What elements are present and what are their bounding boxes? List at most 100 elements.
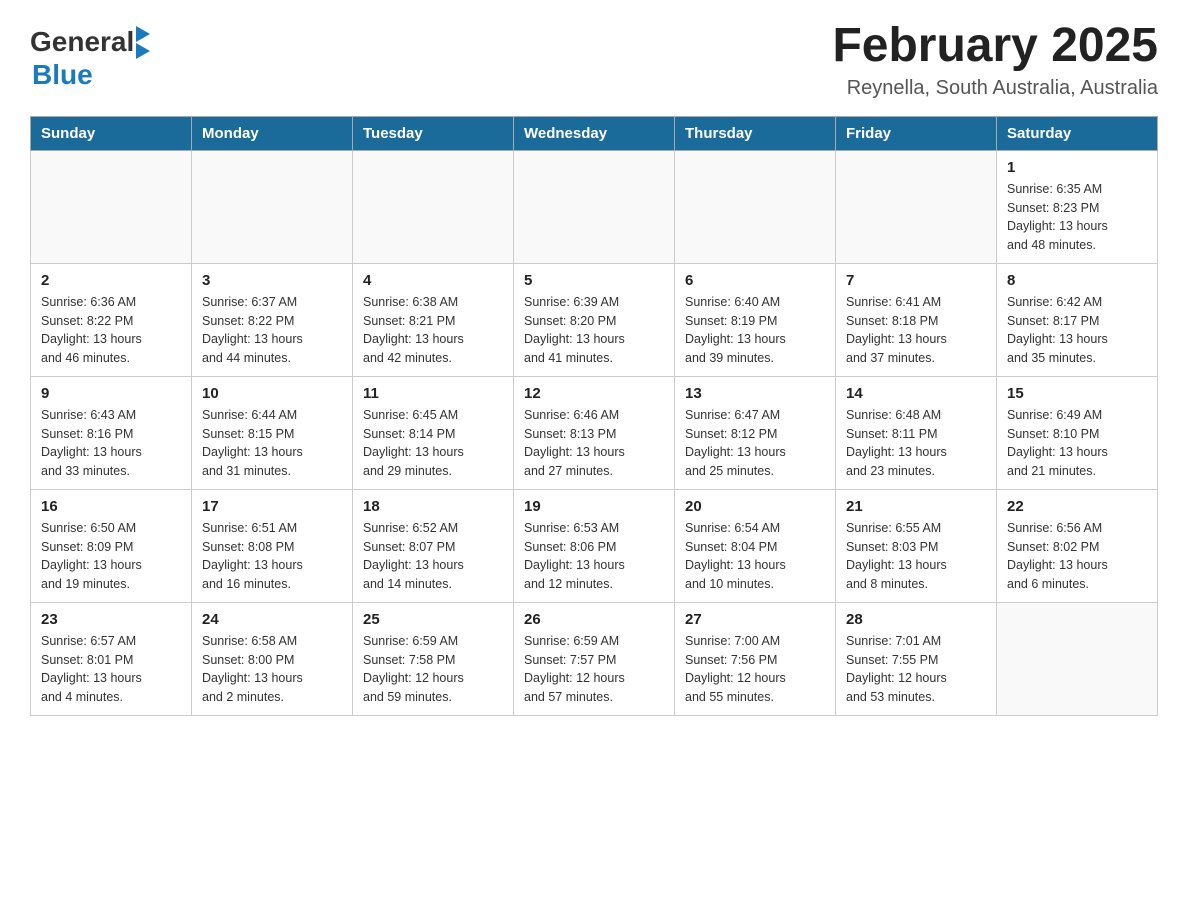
week-row-5: 23 Sunrise: 6:57 AMSunset: 8:01 PMDayligh… xyxy=(31,602,1158,715)
day-info: Sunrise: 6:35 AMSunset: 8:23 PMDaylight:… xyxy=(1007,180,1147,255)
calendar-cell xyxy=(997,602,1158,715)
logo-general-text: General xyxy=(30,26,134,58)
day-number: 19 xyxy=(524,498,664,515)
day-info: Sunrise: 6:46 AMSunset: 8:13 PMDaylight:… xyxy=(524,406,664,481)
calendar-cell: 13 Sunrise: 6:47 AMSunset: 8:12 PMDayligh… xyxy=(675,376,836,489)
day-number: 10 xyxy=(202,385,342,402)
week-row-4: 16 Sunrise: 6:50 AMSunset: 8:09 PMDayligh… xyxy=(31,489,1158,602)
day-number: 25 xyxy=(363,611,503,628)
calendar-cell: 7 Sunrise: 6:41 AMSunset: 8:18 PMDaylight… xyxy=(836,263,997,376)
calendar-cell: 24 Sunrise: 6:58 AMSunset: 8:00 PMDayligh… xyxy=(192,602,353,715)
header-day-tuesday: Tuesday xyxy=(353,116,514,150)
calendar-cell: 18 Sunrise: 6:52 AMSunset: 8:07 PMDayligh… xyxy=(353,489,514,602)
calendar-cell: 16 Sunrise: 6:50 AMSunset: 8:09 PMDayligh… xyxy=(31,489,192,602)
title-section: February 2025 Reynella, South Australia,… xyxy=(832,20,1158,100)
header-day-thursday: Thursday xyxy=(675,116,836,150)
calendar-cell: 15 Sunrise: 6:49 AMSunset: 8:10 PMDayligh… xyxy=(997,376,1158,489)
day-number: 17 xyxy=(202,498,342,515)
day-number: 16 xyxy=(41,498,181,515)
day-info: Sunrise: 6:44 AMSunset: 8:15 PMDaylight:… xyxy=(202,406,342,481)
day-number: 28 xyxy=(846,611,986,628)
calendar-cell: 20Sunrise: 6:54 AMSunset: 8:04 PMDayligh… xyxy=(675,489,836,602)
day-info: Sunrise: 6:49 AMSunset: 8:10 PMDaylight:… xyxy=(1007,406,1147,481)
header-day-monday: Monday xyxy=(192,116,353,150)
day-info: Sunrise: 6:57 AMSunset: 8:01 PMDaylight:… xyxy=(41,632,181,707)
calendar-cell: 25Sunrise: 6:59 AMSunset: 7:58 PMDayligh… xyxy=(353,602,514,715)
day-number: 14 xyxy=(846,385,986,402)
calendar-cell: 12 Sunrise: 6:46 AMSunset: 8:13 PMDayligh… xyxy=(514,376,675,489)
calendar-cell: 23 Sunrise: 6:57 AMSunset: 8:01 PMDayligh… xyxy=(31,602,192,715)
calendar-cell: 27 Sunrise: 7:00 AMSunset: 7:56 PMDayligh… xyxy=(675,602,836,715)
week-row-2: 2Sunrise: 6:36 AMSunset: 8:22 PMDaylight… xyxy=(31,263,1158,376)
day-info: Sunrise: 6:42 AMSunset: 8:17 PMDaylight:… xyxy=(1007,293,1147,368)
day-info: Sunrise: 6:43 AMSunset: 8:16 PMDaylight:… xyxy=(41,406,181,481)
day-number: 13 xyxy=(685,385,825,402)
header-day-friday: Friday xyxy=(836,116,997,150)
calendar-cell: 3 Sunrise: 6:37 AMSunset: 8:22 PMDaylight… xyxy=(192,263,353,376)
day-number: 3 xyxy=(202,272,342,289)
day-info: Sunrise: 6:54 AMSunset: 8:04 PMDaylight:… xyxy=(685,519,825,594)
day-info: Sunrise: 6:50 AMSunset: 8:09 PMDaylight:… xyxy=(41,519,181,594)
calendar-title: February 2025 xyxy=(832,20,1158,73)
week-row-1: 1 Sunrise: 6:35 AMSunset: 8:23 PMDaylight… xyxy=(31,150,1158,263)
day-info: Sunrise: 6:55 AMSunset: 8:03 PMDaylight:… xyxy=(846,519,986,594)
calendar-subtitle: Reynella, South Australia, Australia xyxy=(832,77,1158,100)
calendar-cell xyxy=(353,150,514,263)
calendar-cell: 5 Sunrise: 6:39 AMSunset: 8:20 PMDaylight… xyxy=(514,263,675,376)
day-number: 23 xyxy=(41,611,181,628)
day-number: 1 xyxy=(1007,159,1147,176)
day-info: Sunrise: 6:47 AMSunset: 8:12 PMDaylight:… xyxy=(685,406,825,481)
header-day-saturday: Saturday xyxy=(997,116,1158,150)
day-info: Sunrise: 6:37 AMSunset: 8:22 PMDaylight:… xyxy=(202,293,342,368)
calendar-cell xyxy=(192,150,353,263)
calendar-cell: 8 Sunrise: 6:42 AMSunset: 8:17 PMDaylight… xyxy=(997,263,1158,376)
header-row: SundayMondayTuesdayWednesdayThursdayFrid… xyxy=(31,116,1158,150)
calendar-cell xyxy=(675,150,836,263)
page-header: General Blue February 2025 Reynella, Sou… xyxy=(30,20,1158,100)
day-info: Sunrise: 6:39 AMSunset: 8:20 PMDaylight:… xyxy=(524,293,664,368)
calendar-cell: 17 Sunrise: 6:51 AMSunset: 8:08 PMDayligh… xyxy=(192,489,353,602)
calendar-cell: 11 Sunrise: 6:45 AMSunset: 8:14 PMDayligh… xyxy=(353,376,514,489)
calendar-cell: 28 Sunrise: 7:01 AMSunset: 7:55 PMDayligh… xyxy=(836,602,997,715)
day-number: 15 xyxy=(1007,385,1147,402)
calendar-cell: 19Sunrise: 6:53 AMSunset: 8:06 PMDayligh… xyxy=(514,489,675,602)
week-row-3: 9 Sunrise: 6:43 AMSunset: 8:16 PMDaylight… xyxy=(31,376,1158,489)
logo-blue-text: Blue xyxy=(32,59,93,91)
day-info: Sunrise: 6:58 AMSunset: 8:00 PMDaylight:… xyxy=(202,632,342,707)
calendar-cell xyxy=(514,150,675,263)
day-number: 8 xyxy=(1007,272,1147,289)
calendar-cell: 6Sunrise: 6:40 AMSunset: 8:19 PMDaylight… xyxy=(675,263,836,376)
day-info: Sunrise: 7:00 AMSunset: 7:56 PMDaylight:… xyxy=(685,632,825,707)
day-info: Sunrise: 6:59 AMSunset: 7:57 PMDaylight:… xyxy=(524,632,664,707)
day-info: Sunrise: 6:51 AMSunset: 8:08 PMDaylight:… xyxy=(202,519,342,594)
calendar-cell xyxy=(836,150,997,263)
calendar-cell: 26Sunrise: 6:59 AMSunset: 7:57 PMDayligh… xyxy=(514,602,675,715)
calendar-cell: 9 Sunrise: 6:43 AMSunset: 8:16 PMDaylight… xyxy=(31,376,192,489)
day-number: 27 xyxy=(685,611,825,628)
day-number: 11 xyxy=(363,385,503,402)
calendar-header: SundayMondayTuesdayWednesdayThursdayFrid… xyxy=(31,116,1158,150)
day-number: 4 xyxy=(363,272,503,289)
day-info: Sunrise: 6:48 AMSunset: 8:11 PMDaylight:… xyxy=(846,406,986,481)
day-info: Sunrise: 7:01 AMSunset: 7:55 PMDaylight:… xyxy=(846,632,986,707)
logo: General Blue xyxy=(30,24,150,91)
calendar-cell xyxy=(31,150,192,263)
day-number: 7 xyxy=(846,272,986,289)
day-info: Sunrise: 6:36 AMSunset: 8:22 PMDaylight:… xyxy=(41,293,181,368)
calendar-table: SundayMondayTuesdayWednesdayThursdayFrid… xyxy=(30,116,1158,716)
day-number: 18 xyxy=(363,498,503,515)
day-number: 12 xyxy=(524,385,664,402)
header-day-wednesday: Wednesday xyxy=(514,116,675,150)
day-number: 5 xyxy=(524,272,664,289)
calendar-cell: 4Sunrise: 6:38 AMSunset: 8:21 PMDaylight… xyxy=(353,263,514,376)
header-day-sunday: Sunday xyxy=(31,116,192,150)
calendar-cell: 14 Sunrise: 6:48 AMSunset: 8:11 PMDayligh… xyxy=(836,376,997,489)
day-info: Sunrise: 6:41 AMSunset: 8:18 PMDaylight:… xyxy=(846,293,986,368)
day-info: Sunrise: 6:52 AMSunset: 8:07 PMDaylight:… xyxy=(363,519,503,594)
day-number: 22 xyxy=(1007,498,1147,515)
day-info: Sunrise: 6:45 AMSunset: 8:14 PMDaylight:… xyxy=(363,406,503,481)
day-number: 6 xyxy=(685,272,825,289)
day-number: 24 xyxy=(202,611,342,628)
calendar-cell: 2Sunrise: 6:36 AMSunset: 8:22 PMDaylight… xyxy=(31,263,192,376)
day-number: 9 xyxy=(41,385,181,402)
